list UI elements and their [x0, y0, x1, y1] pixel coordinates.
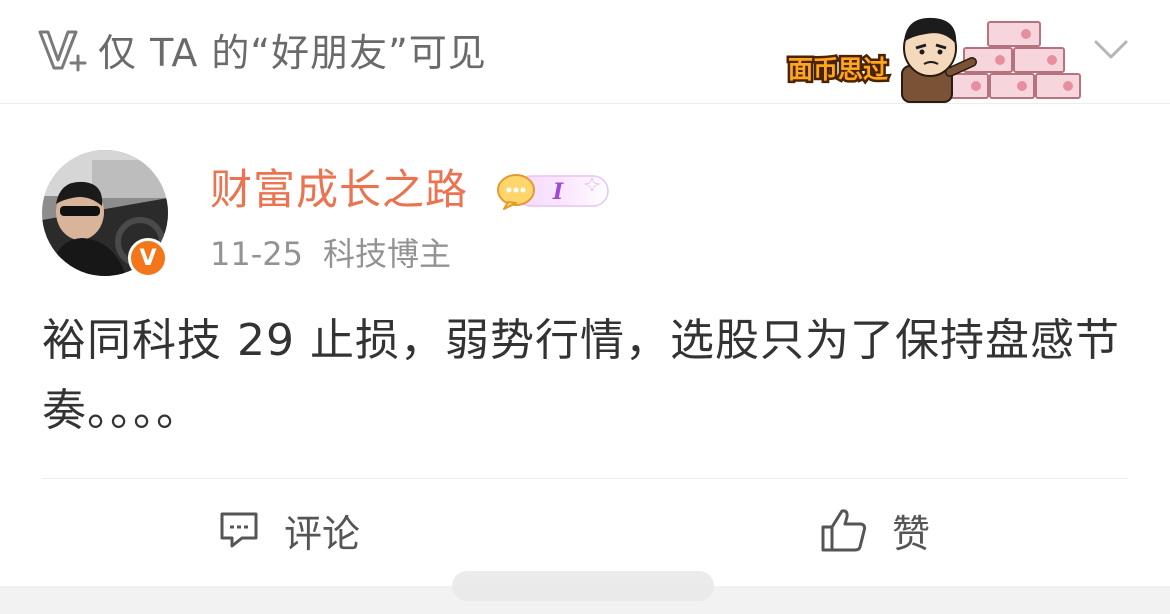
home-indicator	[452, 571, 714, 601]
member-level: I	[552, 179, 564, 205]
chevron-down-icon[interactable]	[1093, 38, 1129, 62]
sticker-caption: 面币思过	[788, 55, 888, 84]
visibility-v-plus-icon	[38, 30, 87, 72]
post-meta: 11-25 科技博主	[210, 232, 451, 276]
divider	[42, 478, 1128, 479]
like-button[interactable]: 赞	[820, 502, 930, 558]
comment-icon	[220, 512, 258, 548]
weibo-post-card: 仅 TA 的“好朋友”可见 面币思过 V 财富成长之路 I 11-25 科技博主…	[0, 0, 1170, 614]
comment-label: 评论	[284, 511, 361, 556]
author-name[interactable]: 财富成长之路	[210, 163, 468, 217]
verified-badge: V	[128, 238, 168, 278]
sticker-image: 面币思过	[786, 17, 1081, 103]
member-badge-icon[interactable]: I	[494, 168, 612, 212]
post-date: 11-25	[210, 235, 303, 273]
visibility-header: 仅 TA 的“好朋友”可见 面币思过	[0, 0, 1170, 104]
visibility-text: 仅 TA 的“好朋友”可见	[98, 31, 487, 75]
comment-button[interactable]: 评论	[218, 502, 360, 558]
author-role: 科技博主	[322, 235, 451, 273]
like-label: 赞	[892, 511, 931, 556]
post-text: 裕同科技 29 止损，弱势行情，选股只为了保持盘感节奏。。。。	[42, 315, 1120, 436]
thumbs-up-icon	[821, 509, 867, 552]
